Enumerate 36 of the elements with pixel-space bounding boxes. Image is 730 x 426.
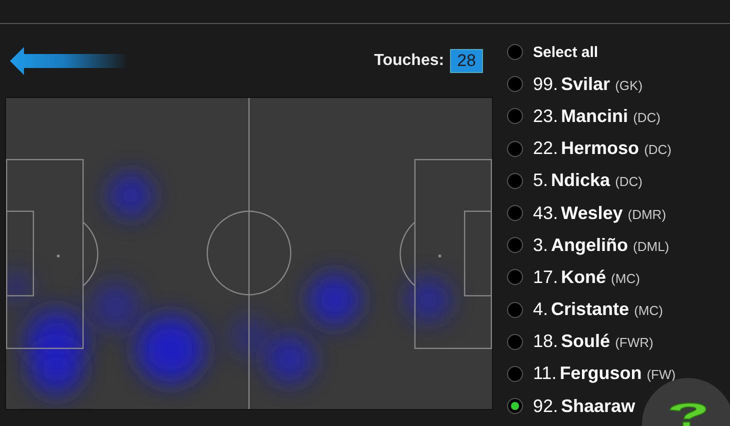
heat-spot: [230, 316, 270, 356]
back-arrow-icon[interactable]: [10, 46, 128, 76]
heat-spot: [30, 343, 82, 396]
radio-button[interactable]: [507, 398, 523, 414]
select-all-label[interactable]: Select all: [533, 44, 598, 61]
heat-spot: [108, 174, 153, 218]
player-label[interactable]: 22. Hermoso (DC): [533, 138, 672, 160]
radio-button[interactable]: [507, 205, 523, 222]
player-label[interactable]: 43. Wesley (DMR): [533, 202, 666, 224]
radio-button[interactable]: [507, 302, 523, 318]
heat-spot: [92, 282, 140, 330]
heat-spot: [5, 272, 30, 301]
player-label[interactable]: 11. Ferguson (FW): [533, 363, 676, 384]
player-label[interactable]: 5. Ndicka (DC): [533, 170, 642, 192]
heat-spot: [136, 316, 204, 384]
player-label[interactable]: 92. Shaaraw: [533, 396, 636, 417]
radio-button[interactable]: [507, 44, 523, 60]
heat-spot: [308, 274, 360, 326]
radio-button[interactable]: [507, 76, 523, 92]
radio-button[interactable]: [507, 334, 523, 350]
player-label[interactable]: 4. Cristante (MC): [533, 299, 663, 320]
radio-button[interactable]: [507, 366, 523, 382]
player-label[interactable]: 18. Soulé (FWR): [533, 331, 654, 352]
radio-button[interactable]: [507, 108, 523, 124]
heat-spot: [406, 278, 451, 322]
player-label[interactable]: 23. Mancini (DC): [533, 106, 660, 127]
heat-spot: [266, 335, 314, 384]
player-label[interactable]: 99. Svilar (GK): [533, 74, 643, 95]
radio-button[interactable]: [507, 237, 523, 254]
touches-count: 28: [450, 48, 483, 72]
player-label[interactable]: 17. Koné (MC): [533, 266, 640, 288]
radio-button[interactable]: [507, 172, 523, 189]
radio-button[interactable]: [507, 140, 523, 157]
touches-label: Touches:: [374, 52, 444, 70]
radio-button[interactable]: [507, 269, 523, 286]
player-label[interactable]: 3. Angeliño (DML): [533, 234, 670, 256]
